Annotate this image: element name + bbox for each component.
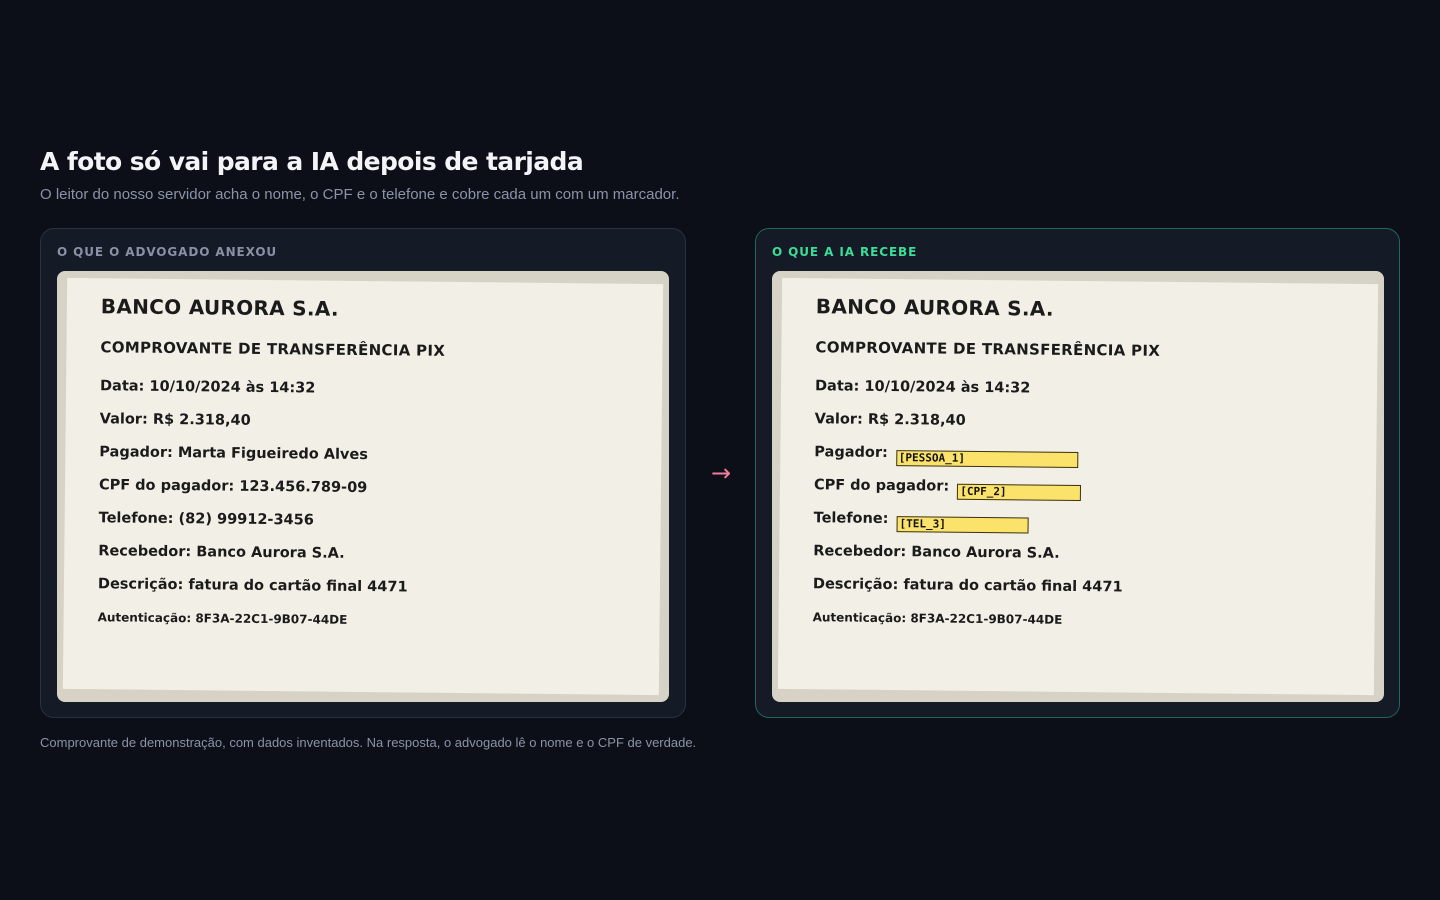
receipt-auth-label: Autenticação: [812, 610, 907, 626]
receipt-recipient-label: Recebedor: [813, 543, 907, 561]
receipt-phone-line: Telefone: [TEL_3] [813, 510, 1029, 534]
arrow-right-icon: → [710, 459, 732, 487]
original-receipt-photo: BANCO AURORA S.A. COMPROVANTE DE TRANSFE… [57, 271, 669, 702]
receipt-cpf-label: CPF do pagador: [98, 477, 235, 495]
receipt-recipient-value: Banco Aurora S.A. [196, 544, 345, 562]
receipt-auth-value: 8F3A-22C1-9B07-44DE [910, 611, 1063, 627]
receipt-date-value: 10/10/2024 às 14:32 [149, 378, 316, 397]
receipt-payer-value: Marta Figueiredo Alves [177, 445, 368, 464]
receipt-recipient-value: Banco Aurora S.A. [911, 544, 1060, 562]
receipt-amount-line: Valor: R$ 2.318,40 [99, 411, 251, 429]
redacted-panel-label: O QUE A IA RECEBE [772, 245, 918, 259]
receipt-description-value: fatura do cartão final 4471 [188, 577, 408, 596]
receipt-payer-label: Pagador: [99, 444, 173, 462]
receipt-amount-line: Valor: R$ 2.318,40 [814, 411, 966, 429]
receipt-date-line: Data: 10/10/2024 às 14:32 [99, 378, 316, 397]
receipt-auth-line: Autenticação: 8F3A-22C1-9B07-44DE [812, 610, 1063, 627]
receipt-phone-line: Telefone: (82) 99912-3456 [98, 510, 314, 529]
receipt-description-line: Descrição: fatura do cartão final 4471 [812, 576, 1123, 596]
receipt-auth-value: 8F3A-22C1-9B07-44DE [195, 611, 348, 627]
phone-redaction-marker: [TEL_3] [896, 516, 1029, 534]
receipt-payer-label: Pagador: [814, 444, 888, 462]
receipt-date-label: Data: [814, 378, 860, 395]
receipt-phone-label: Telefone: [813, 510, 889, 528]
receipt-heading: COMPROVANTE DE TRANSFERÊNCIA PIX [815, 338, 1161, 360]
receipt-cpf-line: CPF do pagador: 123.456.789-09 [98, 477, 368, 497]
receipt-description-value: fatura do cartão final 4471 [903, 577, 1123, 596]
receipt-cpf-value: 123.456.789-09 [239, 478, 368, 497]
receipt-heading: COMPROVANTE DE TRANSFERÊNCIA PIX [100, 338, 446, 360]
receipt-phone-label: Telefone: [98, 510, 174, 528]
receipt-description-label: Descrição: [812, 576, 899, 594]
page: A foto só vai para a IA depois de tarjad… [0, 0, 1440, 900]
receipt-recipient-line: Recebedor: Banco Aurora S.A. [98, 543, 345, 562]
receipt-date-value: 10/10/2024 às 14:32 [864, 378, 1031, 397]
receipt-description-line: Descrição: fatura do cartão final 4471 [97, 576, 408, 596]
receipt-paper: BANCO AURORA S.A. COMPROVANTE DE TRANSFE… [777, 277, 1379, 696]
receipt-date-label: Data: [99, 378, 145, 395]
receipt-payer-line: Pagador: [PESSOA_1] [814, 444, 1078, 468]
receipt-cpf-label: CPF do pagador: [813, 477, 950, 495]
footnote: Comprovante de demonstração, com dados i… [40, 735, 697, 750]
receipt-amount-value: R$ 2.318,40 [152, 411, 251, 429]
receipt-amount-label: Valor: [814, 411, 863, 428]
original-panel-label: O QUE O ADVOGADO ANEXOU [57, 245, 278, 259]
receipt-auth-label: Autenticação: [97, 610, 192, 626]
receipt-recipient-line: Recebedor: Banco Aurora S.A. [813, 543, 1060, 562]
receipt-phone-value: (82) 99912-3456 [178, 511, 314, 529]
receipt-bank-name: BANCO AURORA S.A. [100, 294, 340, 321]
receipt-amount-value: R$ 2.318,40 [867, 411, 966, 429]
original-panel: O QUE O ADVOGADO ANEXOU BANCO AURORA S.A… [40, 228, 686, 718]
receipt-recipient-label: Recebedor: [98, 543, 192, 561]
receipt-date-line: Data: 10/10/2024 às 14:32 [814, 378, 1031, 397]
receipt-auth-line: Autenticação: 8F3A-22C1-9B07-44DE [97, 610, 348, 627]
receipt-cpf-line: CPF do pagador: [CPF_2] [813, 477, 1082, 502]
payer-redaction-marker: [PESSOA_1] [895, 450, 1078, 468]
receipt-payer-line: Pagador: Marta Figueiredo Alves [99, 444, 368, 464]
receipt-description-label: Descrição: [97, 576, 184, 594]
receipt-paper: BANCO AURORA S.A. COMPROVANTE DE TRANSFE… [62, 277, 664, 696]
cpf-redaction-marker: [CPF_2] [957, 483, 1082, 502]
page-subtitle: O leitor do nosso servidor acha o nome, … [40, 186, 680, 203]
receipt-amount-label: Valor: [99, 411, 148, 428]
redacted-receipt-photo: BANCO AURORA S.A. COMPROVANTE DE TRANSFE… [772, 271, 1384, 702]
receipt-bank-name: BANCO AURORA S.A. [815, 294, 1055, 321]
page-title: A foto só vai para a IA depois de tarjad… [40, 147, 584, 176]
redacted-panel: O QUE A IA RECEBE BANCO AURORA S.A. COMP… [755, 228, 1400, 718]
